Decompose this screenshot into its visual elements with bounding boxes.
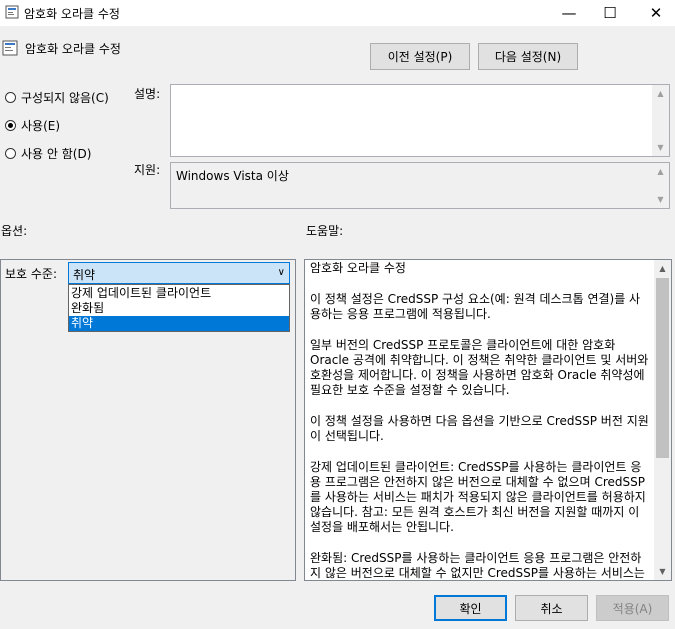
- supported-scrollbar[interactable]: ▲ ▼: [652, 163, 669, 208]
- protection-level-label: 보호 수준:: [5, 267, 58, 281]
- protection-level-select[interactable]: 취약 ∨: [68, 262, 290, 284]
- dropdown-option-vulnerable[interactable]: 취약: [69, 316, 289, 331]
- close-icon[interactable]: ✕: [638, 0, 674, 26]
- chevron-down-icon[interactable]: ∨: [278, 267, 285, 278]
- scroll-up-icon[interactable]: ▲: [652, 163, 669, 180]
- protection-level-dropdown: 강제 업데이트된 클라이언트 완화됨 취약: [68, 284, 290, 332]
- setting-icon: [2, 40, 18, 56]
- scroll-down-icon[interactable]: ▼: [654, 563, 671, 580]
- help-panel: 암호화 오라클 수정 이 정책 설정은 CredSSP 구성 요소(예: 원격 …: [304, 259, 672, 581]
- radio-label-not-configured: 구성되지 않음(C): [21, 91, 109, 105]
- cancel-button[interactable]: 취소: [515, 595, 588, 621]
- comment-label: 설명:: [134, 87, 161, 101]
- radio-not-configured[interactable]: 구성되지 않음(C): [5, 89, 109, 106]
- dropdown-option-mitigated[interactable]: 완화됨: [69, 301, 289, 316]
- comment-scrollbar[interactable]: ▲ ▼: [652, 85, 669, 156]
- ok-button[interactable]: 확인: [434, 595, 507, 621]
- supported-label: 지원:: [134, 163, 161, 177]
- options-label: 옵션:: [1, 224, 28, 238]
- scroll-up-icon[interactable]: ▲: [652, 85, 669, 102]
- previous-setting-button[interactable]: 이전 설정(P): [370, 43, 470, 70]
- supported-field: Windows Vista 이상 ▲ ▼: [170, 162, 670, 209]
- protection-level-value: 취약: [73, 268, 96, 282]
- title-bar: 암호화 오라클 수정 — ☐ ✕: [0, 0, 675, 26]
- minimize-icon[interactable]: —: [551, 0, 587, 26]
- radio-enabled[interactable]: 사용(E): [5, 117, 60, 134]
- help-scrollbar[interactable]: ▲ ▼: [654, 260, 671, 580]
- help-paragraph: 이 정책 설정을 사용하면 다음 옵션을 기반으로 CredSSP 버전 지원이…: [310, 414, 649, 443]
- radio-label-enabled: 사용(E): [21, 119, 61, 133]
- next-setting-button[interactable]: 다음 설정(N): [478, 43, 578, 70]
- supported-value: Windows Vista 이상: [176, 169, 289, 183]
- dropdown-option-forced[interactable]: 강제 업데이트된 클라이언트: [69, 286, 289, 301]
- maximize-icon[interactable]: ☐: [592, 0, 628, 26]
- radio-disabled[interactable]: 사용 안 함(D): [5, 145, 91, 162]
- help-label: 도움말:: [306, 224, 344, 238]
- help-paragraph: 일부 버전의 CredSSP 프로토콜은 클라이언트에 대한 암호화 Oracl…: [310, 338, 649, 397]
- window-icon: [5, 5, 19, 19]
- radio-dot-enabled[interactable]: [5, 120, 16, 131]
- radio-label-disabled: 사용 안 함(D): [21, 147, 92, 161]
- help-paragraph: 강제 업데이트된 클라이언트: CredSSP를 사용하는 클라이언트 응용 프…: [310, 460, 646, 534]
- window-title: 암호화 오라클 수정: [24, 7, 120, 21]
- setting-name: 암호화 오라클 수정: [25, 42, 121, 56]
- comment-field[interactable]: ▲ ▼: [170, 84, 670, 157]
- help-paragraph: 이 정책 설정은 CredSSP 구성 요소(예: 원격 데스크톱 연결)를 사…: [310, 292, 641, 321]
- apply-button[interactable]: 적용(A): [596, 595, 669, 621]
- help-paragraph: 완화됨: CredSSP를 사용하는 클라이언트 응용 프로그램은 안전하지 않…: [310, 551, 645, 580]
- scroll-down-icon[interactable]: ▼: [652, 139, 669, 156]
- help-paragraph: 암호화 오라클 수정: [310, 261, 406, 275]
- scroll-up-icon[interactable]: ▲: [654, 260, 671, 277]
- help-text: 암호화 오라클 수정 이 정책 설정은 CredSSP 구성 요소(예: 원격 …: [310, 261, 650, 580]
- radio-dot-disabled[interactable]: [5, 148, 16, 159]
- scrollbar-thumb[interactable]: [656, 278, 669, 458]
- radio-dot-not-configured[interactable]: [5, 92, 16, 103]
- scroll-down-icon[interactable]: ▼: [652, 191, 669, 208]
